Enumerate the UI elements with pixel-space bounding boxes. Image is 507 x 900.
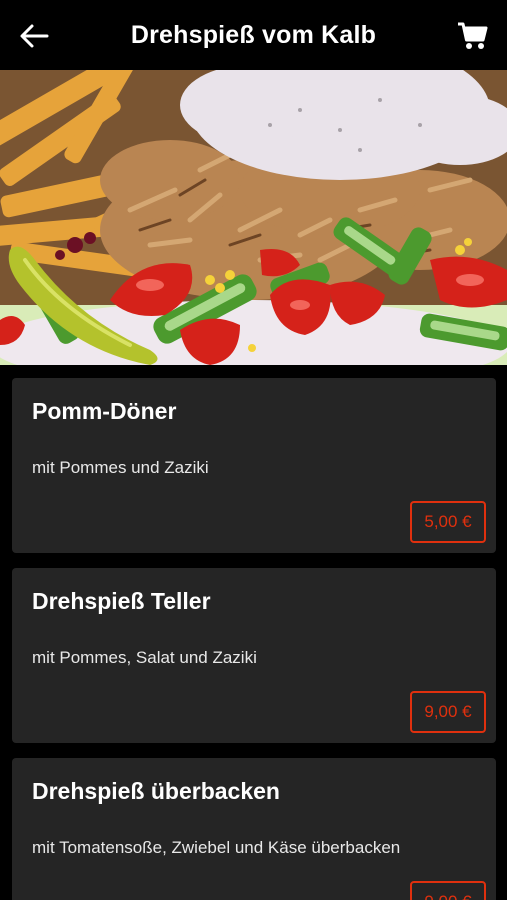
menu-item-description: mit Pommes, Salat und Zaziki [32, 648, 257, 667]
back-button[interactable] [14, 18, 54, 54]
app-header: Drehspieß vom Kalb [0, 0, 507, 70]
menu-item-name: Drehspieß Teller [32, 588, 211, 614]
menu-item-card[interactable]: Drehspieß Teller mit Pommes, Salat und Z… [12, 568, 496, 743]
menu-item-name: Pomm-Döner [32, 398, 177, 424]
menu-item-description: mit Tomatensoße, Zwiebel und Käse überba… [32, 838, 401, 857]
doner-plate-image [0, 70, 507, 365]
menu-item-card[interactable]: Pomm-Döner mit Pommes und Zaziki 5,00 € [12, 378, 496, 553]
menu-list: Pomm-Döner mit Pommes und Zaziki 5,00 € … [0, 365, 507, 900]
menu-item-name: Drehspieß überbacken [32, 778, 280, 804]
menu-item-card[interactable]: Drehspieß überbacken mit Tomatensoße, Zw… [12, 758, 496, 900]
price-button[interactable]: 9,00 € [410, 691, 486, 733]
price-button[interactable]: 9,00 € [410, 881, 486, 900]
price-button[interactable]: 5,00 € [410, 501, 486, 543]
hero-image [0, 70, 507, 365]
cart-button[interactable] [453, 16, 493, 56]
page-title: Drehspieß vom Kalb [130, 20, 377, 49]
arrow-left-icon [20, 24, 49, 48]
shopping-cart-icon [458, 22, 488, 49]
menu-item-description: mit Pommes und Zaziki [32, 458, 209, 477]
